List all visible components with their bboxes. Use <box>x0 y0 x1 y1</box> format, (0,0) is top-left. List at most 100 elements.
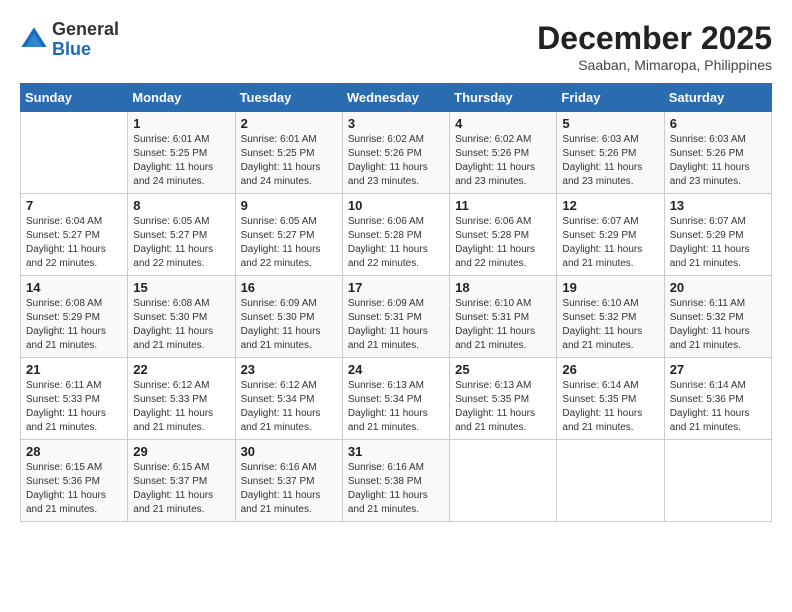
weekday-header-monday: Monday <box>128 84 235 112</box>
day-info: Sunrise: 6:09 AM Sunset: 5:31 PM Dayligh… <box>348 297 444 353</box>
weekday-header-sunday: Sunday <box>21 84 128 112</box>
calendar-cell: 25 Sunrise: 6:13 AM Sunset: 5:35 PM Dayl… <box>450 358 557 440</box>
day-number: 5 <box>562 116 658 131</box>
calendar-cell: 17 Sunrise: 6:09 AM Sunset: 5:31 PM Dayl… <box>342 276 449 358</box>
day-info: Sunrise: 6:08 AM Sunset: 5:29 PM Dayligh… <box>26 297 122 353</box>
day-info: Sunrise: 6:01 AM Sunset: 5:25 PM Dayligh… <box>241 133 337 189</box>
calendar-week-row: 21 Sunrise: 6:11 AM Sunset: 5:33 PM Dayl… <box>21 358 772 440</box>
calendar-cell: 8 Sunrise: 6:05 AM Sunset: 5:27 PM Dayli… <box>128 194 235 276</box>
calendar-cell <box>557 440 664 522</box>
day-number: 13 <box>670 198 766 213</box>
day-number: 30 <box>241 444 337 459</box>
calendar-cell <box>21 112 128 194</box>
day-number: 19 <box>562 280 658 295</box>
calendar-cell: 31 Sunrise: 6:16 AM Sunset: 5:38 PM Dayl… <box>342 440 449 522</box>
logo-general: General <box>52 19 119 39</box>
calendar-cell: 5 Sunrise: 6:03 AM Sunset: 5:26 PM Dayli… <box>557 112 664 194</box>
calendar-cell: 27 Sunrise: 6:14 AM Sunset: 5:36 PM Dayl… <box>664 358 771 440</box>
day-info: Sunrise: 6:02 AM Sunset: 5:26 PM Dayligh… <box>455 133 551 189</box>
page-header: General Blue December 2025 Saaban, Mimar… <box>20 20 772 73</box>
day-number: 14 <box>26 280 122 295</box>
day-info: Sunrise: 6:02 AM Sunset: 5:26 PM Dayligh… <box>348 133 444 189</box>
day-number: 25 <box>455 362 551 377</box>
calendar-cell: 26 Sunrise: 6:14 AM Sunset: 5:35 PM Dayl… <box>557 358 664 440</box>
calendar-cell: 1 Sunrise: 6:01 AM Sunset: 5:25 PM Dayli… <box>128 112 235 194</box>
day-info: Sunrise: 6:14 AM Sunset: 5:36 PM Dayligh… <box>670 379 766 435</box>
day-info: Sunrise: 6:16 AM Sunset: 5:38 PM Dayligh… <box>348 461 444 517</box>
day-number: 17 <box>348 280 444 295</box>
calendar-cell <box>664 440 771 522</box>
calendar-cell: 30 Sunrise: 6:16 AM Sunset: 5:37 PM Dayl… <box>235 440 342 522</box>
logo-text: General Blue <box>52 20 119 60</box>
logo-blue: Blue <box>52 39 91 59</box>
calendar-week-row: 7 Sunrise: 6:04 AM Sunset: 5:27 PM Dayli… <box>21 194 772 276</box>
calendar-cell: 10 Sunrise: 6:06 AM Sunset: 5:28 PM Dayl… <box>342 194 449 276</box>
day-number: 27 <box>670 362 766 377</box>
day-info: Sunrise: 6:12 AM Sunset: 5:33 PM Dayligh… <box>133 379 229 435</box>
weekday-header-saturday: Saturday <box>664 84 771 112</box>
calendar-cell: 2 Sunrise: 6:01 AM Sunset: 5:25 PM Dayli… <box>235 112 342 194</box>
calendar-cell: 23 Sunrise: 6:12 AM Sunset: 5:34 PM Dayl… <box>235 358 342 440</box>
calendar-cell: 7 Sunrise: 6:04 AM Sunset: 5:27 PM Dayli… <box>21 194 128 276</box>
calendar-cell: 12 Sunrise: 6:07 AM Sunset: 5:29 PM Dayl… <box>557 194 664 276</box>
day-number: 1 <box>133 116 229 131</box>
calendar-week-row: 1 Sunrise: 6:01 AM Sunset: 5:25 PM Dayli… <box>21 112 772 194</box>
day-info: Sunrise: 6:06 AM Sunset: 5:28 PM Dayligh… <box>455 215 551 271</box>
calendar-cell: 14 Sunrise: 6:08 AM Sunset: 5:29 PM Dayl… <box>21 276 128 358</box>
day-info: Sunrise: 6:11 AM Sunset: 5:32 PM Dayligh… <box>670 297 766 353</box>
day-number: 23 <box>241 362 337 377</box>
title-block: December 2025 Saaban, Mimaropa, Philippi… <box>537 20 772 73</box>
day-info: Sunrise: 6:13 AM Sunset: 5:35 PM Dayligh… <box>455 379 551 435</box>
day-number: 9 <box>241 198 337 213</box>
day-info: Sunrise: 6:03 AM Sunset: 5:26 PM Dayligh… <box>562 133 658 189</box>
calendar-cell: 22 Sunrise: 6:12 AM Sunset: 5:33 PM Dayl… <box>128 358 235 440</box>
day-number: 31 <box>348 444 444 459</box>
calendar-cell: 28 Sunrise: 6:15 AM Sunset: 5:36 PM Dayl… <box>21 440 128 522</box>
day-number: 22 <box>133 362 229 377</box>
day-info: Sunrise: 6:15 AM Sunset: 5:36 PM Dayligh… <box>26 461 122 517</box>
day-info: Sunrise: 6:07 AM Sunset: 5:29 PM Dayligh… <box>562 215 658 271</box>
day-number: 4 <box>455 116 551 131</box>
month-title: December 2025 <box>537 20 772 57</box>
calendar-table: SundayMondayTuesdayWednesdayThursdayFrid… <box>20 83 772 522</box>
day-info: Sunrise: 6:09 AM Sunset: 5:30 PM Dayligh… <box>241 297 337 353</box>
day-info: Sunrise: 6:13 AM Sunset: 5:34 PM Dayligh… <box>348 379 444 435</box>
day-number: 20 <box>670 280 766 295</box>
day-number: 12 <box>562 198 658 213</box>
logo: General Blue <box>20 20 119 60</box>
calendar-cell: 19 Sunrise: 6:10 AM Sunset: 5:32 PM Dayl… <box>557 276 664 358</box>
day-number: 29 <box>133 444 229 459</box>
day-number: 24 <box>348 362 444 377</box>
day-info: Sunrise: 6:04 AM Sunset: 5:27 PM Dayligh… <box>26 215 122 271</box>
day-number: 8 <box>133 198 229 213</box>
calendar-cell: 24 Sunrise: 6:13 AM Sunset: 5:34 PM Dayl… <box>342 358 449 440</box>
calendar-cell: 6 Sunrise: 6:03 AM Sunset: 5:26 PM Dayli… <box>664 112 771 194</box>
weekday-header-friday: Friday <box>557 84 664 112</box>
day-info: Sunrise: 6:01 AM Sunset: 5:25 PM Dayligh… <box>133 133 229 189</box>
weekday-header-tuesday: Tuesday <box>235 84 342 112</box>
weekday-header-row: SundayMondayTuesdayWednesdayThursdayFrid… <box>21 84 772 112</box>
calendar-cell: 3 Sunrise: 6:02 AM Sunset: 5:26 PM Dayli… <box>342 112 449 194</box>
day-info: Sunrise: 6:12 AM Sunset: 5:34 PM Dayligh… <box>241 379 337 435</box>
calendar-cell: 29 Sunrise: 6:15 AM Sunset: 5:37 PM Dayl… <box>128 440 235 522</box>
day-info: Sunrise: 6:05 AM Sunset: 5:27 PM Dayligh… <box>241 215 337 271</box>
day-number: 26 <box>562 362 658 377</box>
weekday-header-thursday: Thursday <box>450 84 557 112</box>
day-number: 10 <box>348 198 444 213</box>
day-number: 15 <box>133 280 229 295</box>
day-number: 28 <box>26 444 122 459</box>
calendar-cell <box>450 440 557 522</box>
day-number: 18 <box>455 280 551 295</box>
calendar-cell: 9 Sunrise: 6:05 AM Sunset: 5:27 PM Dayli… <box>235 194 342 276</box>
calendar-cell: 21 Sunrise: 6:11 AM Sunset: 5:33 PM Dayl… <box>21 358 128 440</box>
day-info: Sunrise: 6:14 AM Sunset: 5:35 PM Dayligh… <box>562 379 658 435</box>
day-info: Sunrise: 6:03 AM Sunset: 5:26 PM Dayligh… <box>670 133 766 189</box>
day-number: 6 <box>670 116 766 131</box>
calendar-cell: 16 Sunrise: 6:09 AM Sunset: 5:30 PM Dayl… <box>235 276 342 358</box>
calendar-cell: 15 Sunrise: 6:08 AM Sunset: 5:30 PM Dayl… <box>128 276 235 358</box>
day-number: 2 <box>241 116 337 131</box>
day-info: Sunrise: 6:11 AM Sunset: 5:33 PM Dayligh… <box>26 379 122 435</box>
logo-icon <box>20 26 48 54</box>
calendar-cell: 4 Sunrise: 6:02 AM Sunset: 5:26 PM Dayli… <box>450 112 557 194</box>
calendar-week-row: 28 Sunrise: 6:15 AM Sunset: 5:36 PM Dayl… <box>21 440 772 522</box>
